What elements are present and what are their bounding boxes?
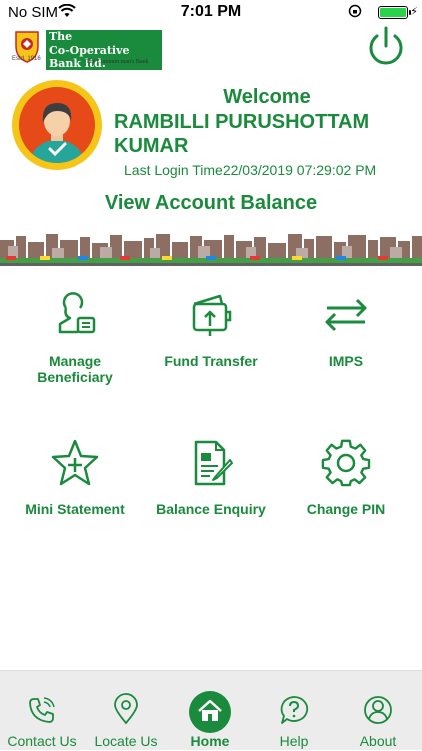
nav-contact-us-label: Contact Us bbox=[7, 733, 77, 749]
charging-icon: ⚡ bbox=[410, 6, 418, 18]
status-bar: No SIM 7:01 PM ⚡ bbox=[0, 0, 422, 24]
fund-transfer-label: Fund Transfer bbox=[164, 353, 258, 369]
last-login-value: 22/03/2019 07:29:02 PM bbox=[222, 162, 377, 178]
wallet-transfer-icon bbox=[192, 294, 232, 336]
fund-transfer-button[interactable]: Fund Transfer bbox=[146, 290, 276, 410]
avatar bbox=[12, 80, 102, 170]
nav-about[interactable]: About bbox=[336, 671, 420, 751]
bank-tagline: The Common man's Bank bbox=[86, 59, 149, 65]
balance-enquiry-button[interactable]: Balance Enquiry bbox=[146, 438, 276, 558]
nav-locate-us[interactable]: Locate Us bbox=[84, 671, 168, 751]
change-pin-label: Change PIN bbox=[306, 501, 386, 517]
rotation-lock-icon bbox=[348, 4, 362, 22]
nav-contact-us[interactable]: Contact Us bbox=[0, 671, 84, 751]
user-icon bbox=[364, 696, 392, 724]
bottom-navigation: Contact Us Locate Us Home Help About bbox=[0, 670, 422, 750]
established-text: Estd. 1916 bbox=[12, 56, 41, 62]
location-pin-icon bbox=[114, 693, 138, 725]
welcome-text: Welcome bbox=[223, 86, 311, 108]
last-login: Last Login Time22/03/2019 07:29:02 PM bbox=[124, 162, 376, 178]
swap-arrows-icon bbox=[325, 298, 367, 332]
user-name: RAMBILLI PURUSHOTTAM KUMAR bbox=[114, 111, 370, 157]
balance-enquiry-label: Balance Enquiry bbox=[156, 501, 266, 517]
bank-name-line2: Co-Operative Bank ltd. bbox=[46, 44, 162, 70]
nav-about-label: About bbox=[359, 733, 397, 749]
change-pin-button[interactable]: Change PIN bbox=[281, 438, 411, 558]
home-icon bbox=[198, 699, 222, 721]
battery-icon bbox=[378, 6, 411, 19]
mini-statement-label: Mini Statement bbox=[25, 501, 125, 517]
imps-button[interactable]: IMPS bbox=[281, 290, 411, 410]
mini-statement-button[interactable]: Mini Statement bbox=[10, 438, 140, 558]
view-account-balance-link[interactable]: View Account Balance bbox=[0, 192, 422, 215]
imps-label: IMPS bbox=[328, 353, 364, 369]
star-plus-icon bbox=[51, 439, 99, 486]
help-icon bbox=[280, 696, 309, 724]
power-icon bbox=[369, 26, 403, 65]
nav-home[interactable]: Home bbox=[168, 671, 252, 751]
city-skyline-banner bbox=[0, 232, 422, 266]
manage-beneficiary-label: Manage Beneficiary bbox=[37, 353, 113, 385]
nav-help-label: Help bbox=[279, 733, 309, 749]
nav-help[interactable]: Help bbox=[252, 671, 336, 751]
nav-home-label: Home bbox=[190, 733, 230, 749]
last-login-label: Last Login Time bbox=[124, 162, 223, 178]
manage-beneficiary-button[interactable]: Manage Beneficiary bbox=[10, 290, 140, 410]
nav-locate-us-label: Locate Us bbox=[94, 733, 158, 749]
user-avatar-icon bbox=[29, 103, 85, 163]
gear-icon bbox=[321, 439, 371, 487]
app-header: Estd. 1916 The Visakhapatanam Co-Operati… bbox=[0, 24, 422, 74]
bank-logo: Estd. 1916 The Visakhapatanam Co-Operati… bbox=[12, 26, 162, 70]
logout-button[interactable] bbox=[364, 24, 408, 68]
document-edit-icon bbox=[194, 440, 233, 486]
beneficiary-icon bbox=[58, 292, 96, 334]
phone-icon bbox=[29, 697, 55, 723]
